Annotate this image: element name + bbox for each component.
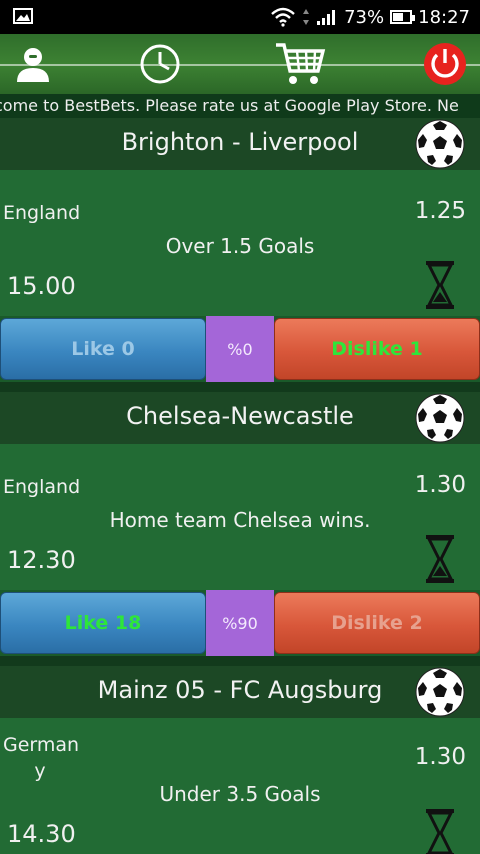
match-stake: 14.30: [7, 820, 76, 848]
divider: [0, 382, 480, 392]
clock-time: 18:27: [418, 6, 470, 28]
match-header: Mainz 05 - FC Augsburg: [0, 666, 480, 718]
hourglass-icon: [426, 261, 454, 309]
match-country: German y: [3, 734, 80, 782]
marquee-text: come to BestBets. Please rate us at Goog…: [0, 96, 459, 115]
soccer-ball-icon: [415, 667, 465, 717]
hourglass-icon: [426, 535, 454, 583]
match-body: England 1.30 Home team Chelsea wins. 12.…: [0, 444, 480, 590]
match-card: Chelsea-Newcastle England 1.30 Home team…: [0, 392, 480, 666]
match-stake: 12.30: [7, 546, 76, 574]
match-tip: Home team Chelsea wins.: [109, 508, 371, 532]
status-right: 73% 18:27: [270, 6, 470, 28]
hourglass-icon: [426, 809, 454, 854]
wifi-icon: [271, 7, 295, 27]
like-percent: %90: [206, 590, 274, 656]
match-header: Chelsea-Newcastle: [0, 392, 480, 444]
match-tip: Over 1.5 Goals: [165, 234, 315, 258]
match-country: England: [3, 202, 81, 224]
match-title: Chelsea-Newcastle: [126, 402, 354, 430]
match-card: Mainz 05 - FC Augsburg German y 1.30 Und…: [0, 666, 480, 854]
match-title: Brighton - Liverpool: [121, 128, 359, 156]
vote-row: Like 0 %0 Dislike 1: [0, 316, 480, 382]
like-button[interactable]: Like 0: [0, 318, 206, 380]
like-button[interactable]: Like 18: [0, 592, 206, 654]
match-header: Brighton - Liverpool: [0, 118, 480, 170]
match-stake: 15.00: [7, 272, 76, 300]
soccer-ball-icon: [415, 393, 465, 443]
power-icon: [424, 43, 466, 85]
match-body: German y 1.30 Under 3.5 Goals 14.30: [0, 718, 480, 854]
dislike-button[interactable]: Dislike 1: [274, 318, 480, 380]
clock-icon: [140, 44, 180, 84]
match-country: England: [3, 476, 81, 498]
soccer-ball-icon: [415, 119, 465, 169]
data-arrows-icon: [303, 9, 310, 25]
profile-button[interactable]: [8, 40, 58, 88]
history-button[interactable]: [135, 40, 185, 88]
match-body: England 1.25 Over 1.5 Goals 15.00: [0, 170, 480, 316]
image-notification-icon: [13, 8, 33, 24]
person-icon: [17, 48, 49, 82]
power-button[interactable]: [420, 40, 470, 88]
battery-percent: 73%: [344, 6, 385, 28]
match-tip: Under 3.5 Goals: [159, 782, 321, 806]
dislike-button[interactable]: Dislike 2: [274, 592, 480, 654]
divider: [0, 656, 480, 666]
status-bar: 73% 18:27: [0, 0, 480, 34]
vote-row: Like 18 %90 Dislike 2: [0, 590, 480, 656]
cart-icon: [276, 43, 326, 84]
match-odds: 1.30: [414, 472, 466, 498]
match-odds: 1.25: [414, 198, 466, 224]
like-percent: %0: [206, 316, 274, 382]
match-card: Brighton - Liverpool England 1.25 Over 1…: [0, 118, 480, 392]
announcement-marquee: come to BestBets. Please rate us at Goog…: [0, 94, 480, 118]
match-odds: 1.30: [414, 744, 466, 770]
signal-icon: [317, 10, 336, 25]
toolbar: [0, 34, 480, 94]
match-title: Mainz 05 - FC Augsburg: [97, 676, 383, 704]
battery-icon: [390, 10, 416, 24]
cart-button[interactable]: [272, 40, 328, 88]
